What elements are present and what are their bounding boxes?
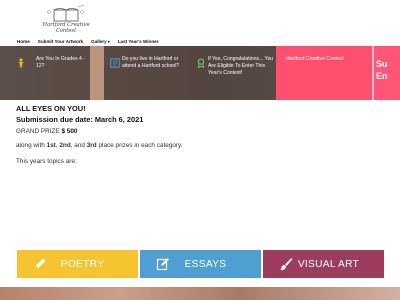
eligibility-step-2: Do you live in Hartford or attend a Hart… (104, 46, 190, 100)
site-logo[interactable]: Hartford Creative Contest (32, 3, 100, 34)
eligibility-step-2-text: Do you live in Hartford or attend a Hart… (122, 56, 180, 69)
nav-item-gallery[interactable]: Gallery▾ (91, 39, 110, 44)
logo-text: Hartford Creative Contest (42, 22, 90, 34)
category-buttons: POETRY ESSAYS VISUAL ART (17, 250, 384, 278)
footer-image-strip (0, 287, 400, 300)
grand-prize-label: GRAND PRIZE (16, 128, 60, 135)
places-sep-2: , and (70, 142, 85, 149)
nav-item-submit-artwork[interactable]: Submit Your Artwork (38, 39, 83, 44)
category-poetry-label: POETRY (60, 258, 105, 270)
main-content: ALL EYES ON YOU! Submission due date: Ma… (16, 100, 386, 250)
hero-banner: Are You In Grades 4 - 12? Do you live in… (0, 46, 400, 100)
submit-entry-panel[interactable]: Su En (372, 46, 400, 100)
submit-entry-line-1: Su (376, 59, 388, 69)
person-icon (18, 58, 24, 68)
category-essays-button[interactable]: ESSAYS (140, 250, 261, 278)
map-icon (110, 58, 120, 68)
eligibility-step-3-text: If Yes, Congratulations... You Are Eligi… (208, 56, 274, 76)
main-nav: Home Submit Your Artwork Gallery▾ Last Y… (17, 37, 167, 45)
category-visual-art-button[interactable]: VISUAL ART (263, 250, 384, 278)
brush-icon (280, 258, 293, 271)
contest-title-panel: Hartford Creative Contest (276, 46, 372, 100)
book-logo-icon (47, 4, 85, 22)
edit-icon (156, 258, 169, 271)
category-visual-art-label: VISUAL ART (297, 258, 360, 270)
award-icon (197, 58, 205, 68)
chevron-down-icon: ▾ (107, 38, 110, 44)
nav-item-home[interactable]: Home (17, 39, 30, 44)
category-essays-label: ESSAYS (184, 258, 227, 270)
first-place: 1st (46, 142, 56, 149)
panel-divider (372, 46, 374, 100)
submission-due-date: Submission due date: March 6, 2021 (16, 115, 144, 124)
site-header: Hartford Creative Contest Home Submit Yo… (0, 0, 400, 46)
nav-item-last-year-winner[interactable]: Last Year's Winner (118, 39, 159, 44)
eligibility-step-3: If Yes, Congratulations... You Are Eligi… (190, 46, 276, 100)
submit-entry-line-2: En (376, 71, 388, 81)
page-headline: ALL EYES ON YOU! (16, 104, 86, 113)
grand-prize: GRAND PRIZE $ 500 (16, 128, 77, 135)
second-place: 2nd (59, 142, 71, 149)
third-place: 3rd (86, 142, 97, 149)
eligibility-step-1: Are You In Grades 4 - 12? (0, 46, 90, 100)
places-prefix: along with (16, 142, 45, 149)
eligibility-step-1-text: Are You In Grades 4 - 12? (36, 56, 85, 69)
nav-item-gallery-label: Gallery (91, 38, 107, 44)
places-sep-1: , (55, 142, 58, 149)
places-suffix: place prizes in each category. (98, 142, 183, 149)
submit-entry-text: Su En (376, 58, 388, 82)
contest-title: Hartford Creative Contest (286, 56, 344, 62)
topics-label: This years topics are: (16, 158, 77, 165)
category-poetry-button[interactable]: POETRY (17, 250, 138, 278)
pencil-icon (35, 258, 46, 269)
place-prizes: along with 1st, 2nd, and 3rd place prize… (16, 142, 183, 149)
grand-prize-value: $ 500 (61, 128, 78, 135)
